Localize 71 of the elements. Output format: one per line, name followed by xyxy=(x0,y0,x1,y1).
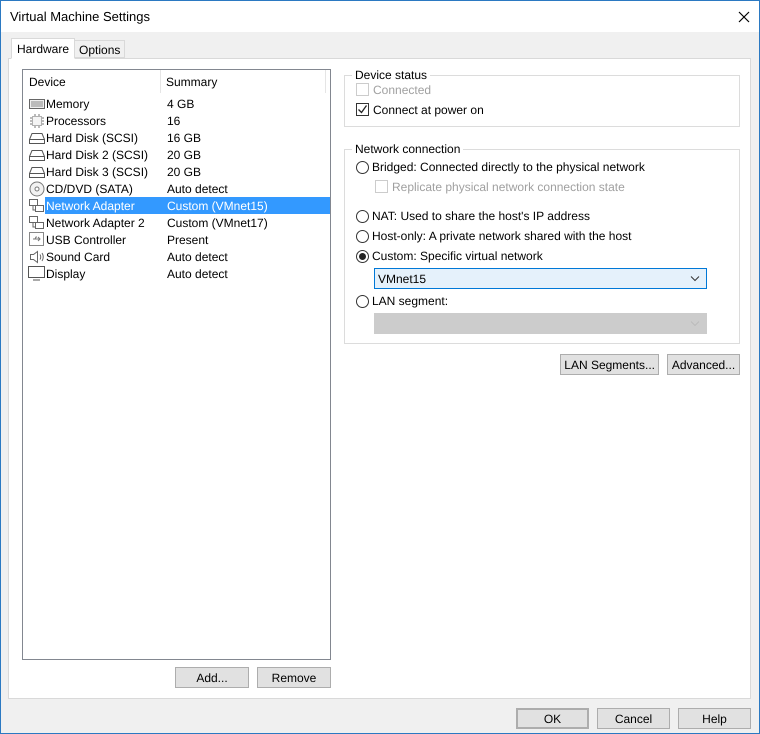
table-cell-text: 16 xyxy=(167,112,180,130)
device-row[interactable]: Processors 16 xyxy=(45,112,330,129)
radio-button[interactable] xyxy=(356,294,369,308)
device-row[interactable]: Hard Disk 2 (SCSI) 20 GB xyxy=(45,146,330,163)
table-cell-text: Hard Disk (SCSI) xyxy=(45,130,140,146)
close-icon[interactable] xyxy=(737,10,751,24)
table-cell-text: Hard Disk 3 (SCSI) xyxy=(45,164,150,180)
column-header[interactable]: Summary xyxy=(161,70,326,93)
radio-label: LAN segment: xyxy=(372,293,448,310)
radio-label: Host-only: A private network shared with the host xyxy=(372,228,632,245)
group-title: Network connection xyxy=(354,141,462,158)
radio-button[interactable] xyxy=(356,230,369,242)
table-cell-text: Custom (VMnet17) xyxy=(167,214,268,232)
checkbox-label: Connect at power on xyxy=(373,102,484,118)
network-icon xyxy=(28,214,45,230)
table-cell-text: Processors xyxy=(45,112,108,130)
device-row[interactable]: Sound Card Auto detect xyxy=(45,248,330,265)
button[interactable]: Help xyxy=(678,708,751,729)
device-row[interactable]: Hard Disk 3 (SCSI) 20 GB xyxy=(45,163,330,180)
group-title: Device status xyxy=(354,67,428,84)
checkbox[interactable] xyxy=(356,103,369,116)
table-cell-text: Display xyxy=(45,266,86,282)
dropdown-value: VMnet15 xyxy=(378,270,426,288)
disc-icon xyxy=(28,180,45,196)
device-row[interactable]: Memory 4 GB xyxy=(45,95,330,112)
button[interactable]: Add... xyxy=(175,667,249,688)
radio-button[interactable] xyxy=(356,160,369,174)
table-cell-text: 16 GB xyxy=(167,130,202,146)
table-cell-text: 4 GB xyxy=(167,96,194,112)
column-header[interactable]: Device xyxy=(23,70,161,93)
device-row[interactable]: Display Auto detect xyxy=(45,265,330,282)
button[interactable]: Remove xyxy=(257,667,331,688)
table-cell-text: 20 GB xyxy=(167,164,202,180)
radio-label: NAT: Used to share the host's IP address xyxy=(372,208,590,225)
table-cell-text: 20 GB xyxy=(167,146,202,164)
speaker-icon xyxy=(28,248,45,264)
checkbox-label: Connected xyxy=(373,82,432,98)
device-row[interactable]: CD/DVD (SATA) Auto detect xyxy=(45,180,330,197)
network-icon xyxy=(28,198,45,214)
monitor-icon xyxy=(28,266,45,282)
table-cell-text: Sound Card xyxy=(45,248,112,266)
table-cell-text: Network Adapter 2 xyxy=(45,214,146,232)
table-cell-text: Custom (VMnet15) xyxy=(167,198,268,214)
table-cell-text: Memory xyxy=(45,96,90,112)
table-cell-text: USB Controller xyxy=(45,232,128,248)
table-cell-text: Network Adapter xyxy=(45,198,136,214)
window-title: Virtual Machine Settings xyxy=(10,8,150,26)
radio-label: Bridged: Connected directly to the physical network xyxy=(372,159,645,176)
table-cell-text: Present xyxy=(167,232,208,248)
button[interactable]: OK xyxy=(516,708,589,729)
usb-icon xyxy=(28,232,45,248)
button[interactable]: Cancel xyxy=(597,708,670,729)
checkbox-label: Replicate physical network connection state xyxy=(392,178,625,196)
radio-button[interactable] xyxy=(356,250,369,262)
device-row[interactable]: Network Adapter 2 Custom (VMnet17) xyxy=(45,214,330,231)
table-cell-text: Auto detect xyxy=(167,180,228,198)
tab[interactable]: Hardware xyxy=(11,38,76,59)
table-cell-text: Hard Disk 2 (SCSI) xyxy=(45,146,150,164)
radio-label: Custom: Specific virtual network xyxy=(372,248,543,265)
chip-icon xyxy=(28,112,45,128)
dropdown[interactable]: VMnet15 xyxy=(374,268,707,289)
chevron-icon xyxy=(690,276,700,282)
device-row[interactable]: Hard Disk (SCSI) 16 GB xyxy=(45,129,330,146)
tab[interactable]: Options xyxy=(75,40,126,58)
table-cell-text: Auto detect xyxy=(167,266,228,282)
button[interactable]: Advanced... xyxy=(667,354,740,375)
button[interactable]: LAN Segments... xyxy=(560,354,659,375)
table-cell-text: Auto detect xyxy=(167,248,228,266)
radio-button[interactable] xyxy=(356,210,369,222)
device-row[interactable]: USB Controller Present xyxy=(45,231,330,248)
table-cell-text: CD/DVD (SATA) xyxy=(45,180,134,198)
